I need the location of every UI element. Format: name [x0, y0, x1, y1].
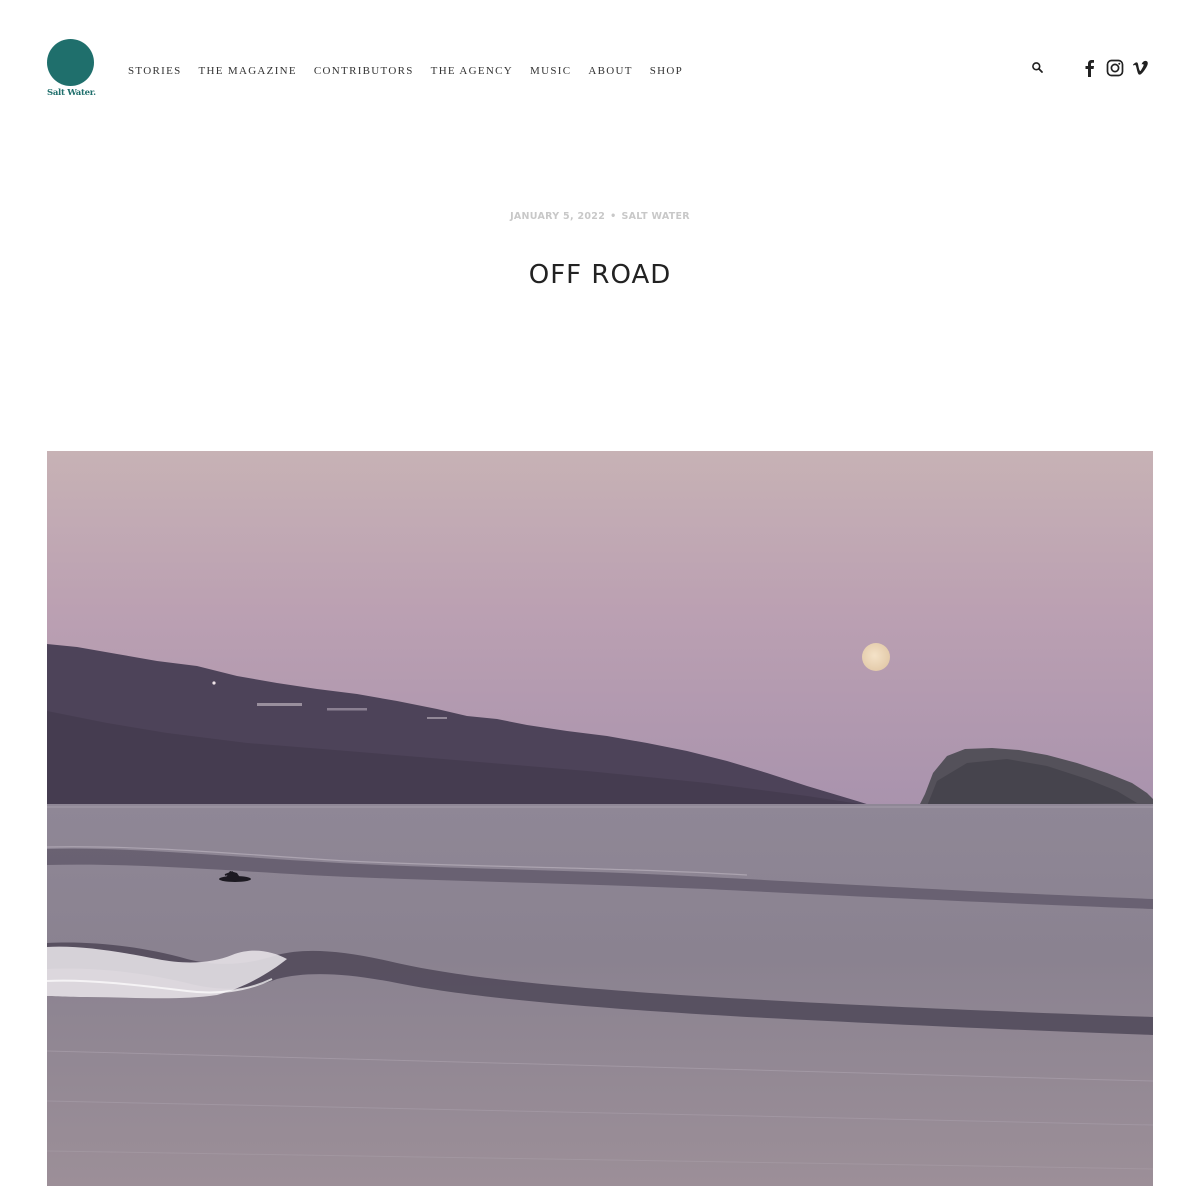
instagram-icon [1106, 59, 1124, 77]
nav-item-about: ABOUT [588, 61, 632, 79]
search-button[interactable] [1031, 61, 1044, 74]
nav-item-contributors: CONTRIBUTORS [314, 61, 414, 79]
nav-item-the-agency: THE AGENCY [431, 61, 513, 79]
search-icon [1032, 62, 1043, 73]
nav-link-stories[interactable]: STORIES [128, 65, 182, 77]
vimeo-icon [1133, 60, 1148, 75]
nav-link-the-agency[interactable]: THE AGENCY [431, 65, 513, 77]
nav-link-shop[interactable]: SHOP [650, 65, 683, 77]
facebook-link[interactable] [1083, 58, 1095, 78]
nav-item-shop: SHOP [650, 61, 683, 79]
post-date[interactable]: JANUARY 5, 2022 [510, 211, 605, 222]
meta-separator: • [610, 211, 617, 222]
facebook-icon [1085, 60, 1094, 77]
moon [862, 643, 890, 671]
post-meta: JANUARY 5, 2022 • SALT WATER [0, 211, 1200, 222]
instagram-link[interactable] [1106, 58, 1124, 78]
hero-image [47, 451, 1153, 1186]
post-category[interactable]: SALT WATER [622, 211, 690, 222]
logo-text: Salt Water. [47, 88, 96, 98]
logo-circle [47, 39, 94, 86]
site-logo[interactable]: Salt Water. [47, 39, 96, 99]
nav-link-the-magazine[interactable]: THE MAGAZINE [199, 65, 297, 77]
nav-link-music[interactable]: MUSIC [530, 65, 571, 77]
nav-link-contributors[interactable]: CONTRIBUTORS [314, 65, 414, 77]
vimeo-link[interactable] [1132, 58, 1149, 78]
nav-item-music: MUSIC [530, 61, 571, 79]
nav-item-stories: STORIES [128, 61, 182, 79]
nav-item-the-magazine: THE MAGAZINE [199, 61, 297, 79]
main-nav: STORIES THE MAGAZINE CONTRIBUTORS THE AG… [128, 61, 683, 79]
nav-link-about[interactable]: ABOUT [588, 65, 632, 77]
post-title: OFF ROAD [528, 260, 672, 290]
site-header: Salt Water. STORIES THE MAGAZINE CONTRIB… [0, 0, 1200, 130]
